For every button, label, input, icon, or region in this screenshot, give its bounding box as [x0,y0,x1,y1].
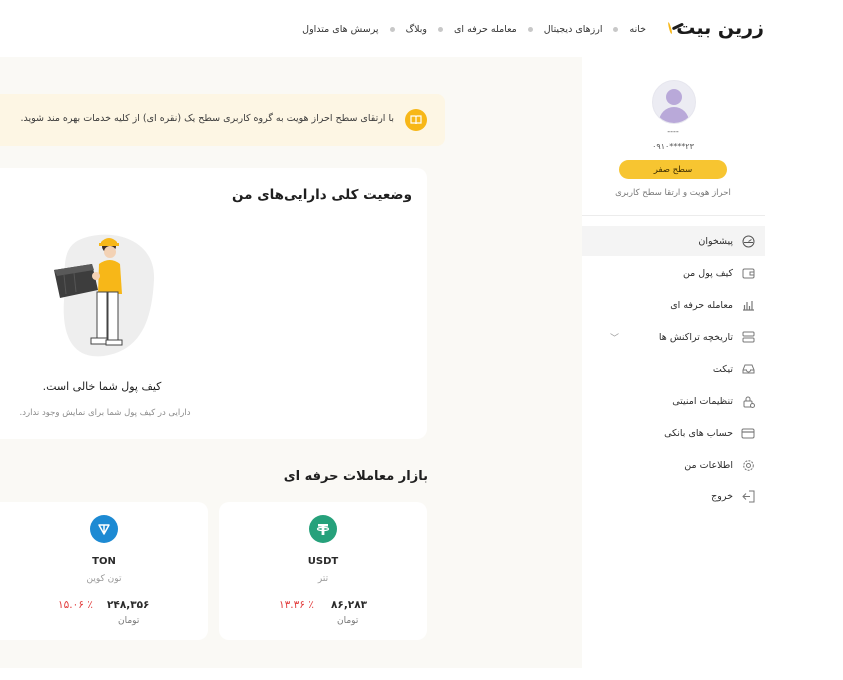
empty-wallet-title: کیف پول شما خالی است. [42,380,162,393]
logo-mark-icon [667,21,673,35]
nav-separator [389,26,395,32]
coin-change: ٪ ۱۳.۳۶ [279,599,314,611]
level-badge-button[interactable]: سطح صفر [619,160,727,179]
user-name: ---- [667,127,679,136]
nav-blog[interactable]: وبلاگ [406,24,427,35]
coin-symbol: TON [92,556,116,567]
history-icon [741,330,755,344]
empty-wallet-subtitle: دارایی در کیف پول شما برای نمایش وجود ند… [19,408,191,418]
sidebar-item-label: پیشخوان [698,235,733,247]
ticket-icon [741,362,755,376]
sidebar-item-bank-accounts[interactable]: حساب های بانکی [582,418,765,448]
tether-icon [309,515,337,543]
brand-logo[interactable]: زرین بیت [667,15,764,41]
avatar-body-icon [659,107,689,123]
coin-name: تتر [317,574,329,584]
gear-icon [741,458,755,472]
sidebar-item-wallet[interactable]: کیف پول من [582,258,765,288]
avatar[interactable] [652,80,696,124]
coin-change: ٪ ۱۵.۰۶ [58,599,93,611]
sidebar-divider [582,215,765,216]
coin-unit: تومان [337,616,359,626]
nav-separator [613,26,619,32]
sidebar-item-security[interactable]: تنظیمات امنیتی [582,386,765,416]
avatar-head-icon [666,89,682,105]
sidebar-item-dashboard[interactable]: پیشخوان [582,226,765,256]
sidebar-item-label: تیکت [712,363,733,375]
top-nav: خانه ارزهای دیجیتال معامله حرفه ای وبلاگ… [302,21,646,37]
coin-symbol: USDT [307,556,339,567]
sidebar-item-history[interactable]: ﹀ تاریخچه تراکنش ها [582,322,765,352]
coin-price: ۲۴۸,۳۵۶ [107,599,150,611]
logout-icon [741,489,755,503]
dashboard-icon [741,234,755,248]
toncoin-icon [90,515,118,543]
nav-home[interactable]: خانه [629,24,646,35]
coin-unit: تومان [118,616,140,626]
sidebar-item-pro-trading[interactable]: معامله حرفه ای [582,290,765,320]
sidebar-item-label: تنظیمات امنیتی [672,395,733,407]
verify-upgrade-link[interactable]: احراز هویت و ارتقا سطح کاربری [612,188,734,198]
sidebar-item-label: اطلاعات من [684,459,733,471]
nav-separator [527,26,533,32]
assets-card: وضعیت کلی دارایی‌های من کیف پول شما خالی… [0,168,427,439]
sidebar-item-label: معامله حرفه ای [670,299,733,311]
coin-price: ۸۶,۲۸۳ [331,599,368,611]
nav-pro-trading[interactable]: معامله حرفه ای [454,24,517,35]
sidebar-item-label: حساب های بانکی [664,427,733,439]
sidebar-item-label: خروج [711,490,733,502]
coin-name: تون کوین [86,574,122,584]
notice-text: با ارتقای سطح احراز هویت به گروه کاربری … [20,113,394,124]
nav-faq[interactable]: پرسش های متداول [302,24,378,35]
sidebar-item-label: تاریخچه تراکنش ها [658,331,733,343]
upgrade-notice: با ارتقای سطح احراز هویت به گروه کاربری … [0,94,445,146]
card-icon [741,426,755,440]
logo-text: زرین بیت [676,17,764,39]
chart-icon [741,298,755,312]
lock-icon [741,394,755,408]
chevron-down-icon: ﹀ [610,334,620,344]
sidebar-item-my-info[interactable]: اطلاعات من [582,450,765,480]
sidebar-item-logout[interactable]: خروج [582,481,765,511]
market-title: بازار معاملات حرفه ای [283,469,428,484]
market-card-ton[interactable]: TON تون کوین ۲۴۸,۳۵۶ ٪ ۱۵.۰۶ تومان [0,502,208,640]
user-phone: ۰۹۱۰****۲۳ [652,142,694,151]
nav-separator [438,26,443,32]
wallet-icon [741,266,755,280]
empty-wallet-illustration [54,234,155,357]
assets-title: وضعیت کلی دارایی‌های من [232,187,412,203]
book-icon [405,109,427,131]
market-card-usdt[interactable]: USDT تتر ۸۶,۲۸۳ ٪ ۱۳.۳۶ تومان [219,502,427,640]
sidebar-item-label: کیف پول من [682,267,733,279]
nav-cryptocurrencies[interactable]: ارزهای دیجیتال [544,24,603,35]
sidebar-item-ticket[interactable]: تیکت [582,354,765,384]
